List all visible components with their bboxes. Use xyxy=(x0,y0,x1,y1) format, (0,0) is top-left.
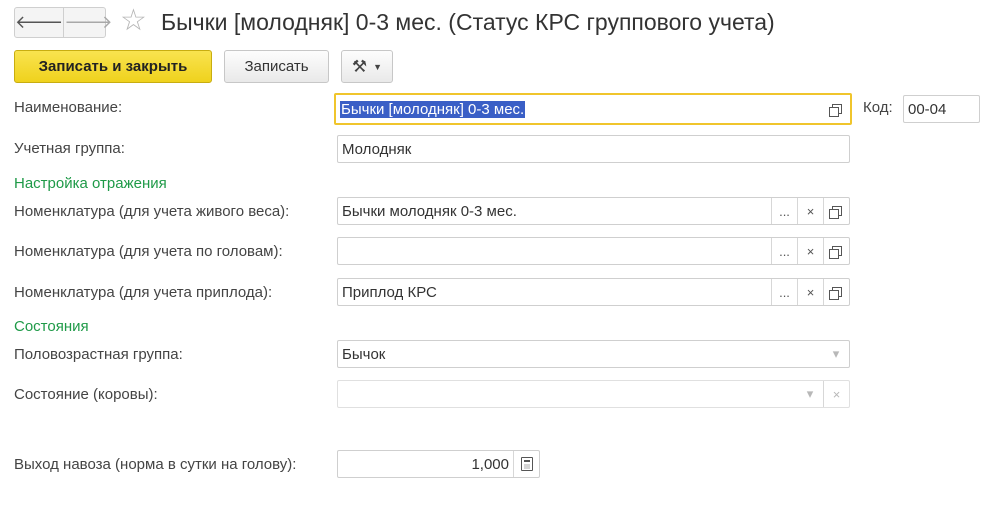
open-button[interactable] xyxy=(824,95,850,123)
back-button[interactable]: 🡐 xyxy=(15,8,63,37)
account-group-input[interactable]: Молодняк xyxy=(338,136,849,162)
open-icon xyxy=(828,246,842,259)
select-button[interactable]: ... xyxy=(771,198,797,224)
nomenclature-heads-label: Номенклатура (для учета по головам): xyxy=(14,243,283,260)
account-group-field[interactable]: Молодняк xyxy=(337,135,850,163)
tools-icon: ⚒ xyxy=(351,56,368,76)
code-label: Код: xyxy=(863,99,893,116)
ellipsis-icon: ... xyxy=(779,284,790,300)
nomenclature-live-weight-input[interactable]: Бычки молодняк 0-3 мес. xyxy=(338,198,771,224)
nomenclature-live-weight-field[interactable]: Бычки молодняк 0-3 мес. ... × xyxy=(337,197,850,225)
close-icon: × xyxy=(806,284,815,300)
nomenclature-offspring-field[interactable]: Приплод КРС ... × xyxy=(337,278,850,306)
chevron-down-icon: ▼ xyxy=(373,61,383,72)
manure-output-label: Выход навоза (норма в сутки на голову): xyxy=(14,456,297,473)
clear-button[interactable]: × xyxy=(823,381,849,407)
close-icon: × xyxy=(806,203,815,219)
nomenclature-offspring-input[interactable]: Приплод КРС xyxy=(338,279,771,305)
nomenclature-heads-input[interactable] xyxy=(338,238,771,264)
open-icon xyxy=(829,104,842,117)
sex-age-group-label: Половозрастная группа: xyxy=(14,346,183,363)
chevron-down-icon: ▾ xyxy=(806,386,814,401)
close-icon: × xyxy=(806,243,815,259)
open-button[interactable] xyxy=(823,238,849,264)
arrow-right-icon: 🡒 xyxy=(64,12,113,32)
chevron-down-icon: ▾ xyxy=(832,346,840,361)
section-reflection-settings: Настройка отражения xyxy=(14,175,167,192)
more-actions-button[interactable]: ⚒ ▼ xyxy=(341,50,393,83)
manure-output-field[interactable]: 1,000 xyxy=(337,450,540,478)
code-field[interactable]: 00-04 xyxy=(903,95,980,123)
navigation-buttons: 🡐 🡒 xyxy=(14,7,113,38)
forward-button[interactable]: 🡒 xyxy=(63,8,113,37)
cow-state-label: Состояние (коровы): xyxy=(14,386,158,403)
select-button[interactable]: ... xyxy=(771,238,797,264)
manure-output-input[interactable]: 1,000 xyxy=(338,451,513,477)
ellipsis-icon: ... xyxy=(779,203,790,219)
open-icon xyxy=(828,287,842,300)
name-input[interactable]: Бычки [молодняк] 0-3 мес. xyxy=(336,95,824,123)
calculator-button[interactable] xyxy=(513,451,539,477)
cow-state-select[interactable]: ▾ × xyxy=(337,380,850,408)
name-label: Наименование: xyxy=(14,99,123,116)
calculator-icon xyxy=(520,457,533,471)
select-button[interactable]: ... xyxy=(771,279,797,305)
section-states: Состояния xyxy=(14,318,89,335)
clear-button[interactable]: × xyxy=(797,198,823,224)
cow-state-value[interactable] xyxy=(338,381,797,407)
nomenclature-live-weight-label: Номенклатура (для учета живого веса): xyxy=(14,203,290,220)
open-button[interactable] xyxy=(823,279,849,305)
dropdown-button[interactable]: ▾ xyxy=(823,341,849,367)
open-icon xyxy=(828,206,842,219)
page-title: Бычки [молодняк] 0-3 мес. (Статус КРС гр… xyxy=(161,9,775,35)
clear-button[interactable]: × xyxy=(797,238,823,264)
close-icon: × xyxy=(832,386,841,402)
arrow-left-icon: 🡐 xyxy=(15,12,64,32)
code-input[interactable]: 00-04 xyxy=(904,96,979,122)
save-and-close-button[interactable]: Записать и закрыть xyxy=(14,50,212,83)
nomenclature-offspring-label: Номенклатура (для учета приплода): xyxy=(14,284,273,301)
sex-age-group-value[interactable]: Бычок xyxy=(338,341,823,367)
clear-button[interactable]: × xyxy=(797,279,823,305)
account-group-label: Учетная группа: xyxy=(14,140,125,157)
ellipsis-icon: ... xyxy=(779,243,790,259)
sex-age-group-select[interactable]: Бычок ▾ xyxy=(337,340,850,368)
open-button[interactable] xyxy=(823,198,849,224)
dropdown-button[interactable]: ▾ xyxy=(797,381,823,407)
name-field[interactable]: Бычки [молодняк] 0-3 мес. xyxy=(334,93,852,125)
save-button[interactable]: Записать xyxy=(224,50,329,83)
nomenclature-heads-field[interactable]: ... × xyxy=(337,237,850,265)
star-outline-icon[interactable]: ☆ xyxy=(120,6,147,36)
name-value: Бычки [молодняк] 0-3 мес. xyxy=(340,100,526,118)
